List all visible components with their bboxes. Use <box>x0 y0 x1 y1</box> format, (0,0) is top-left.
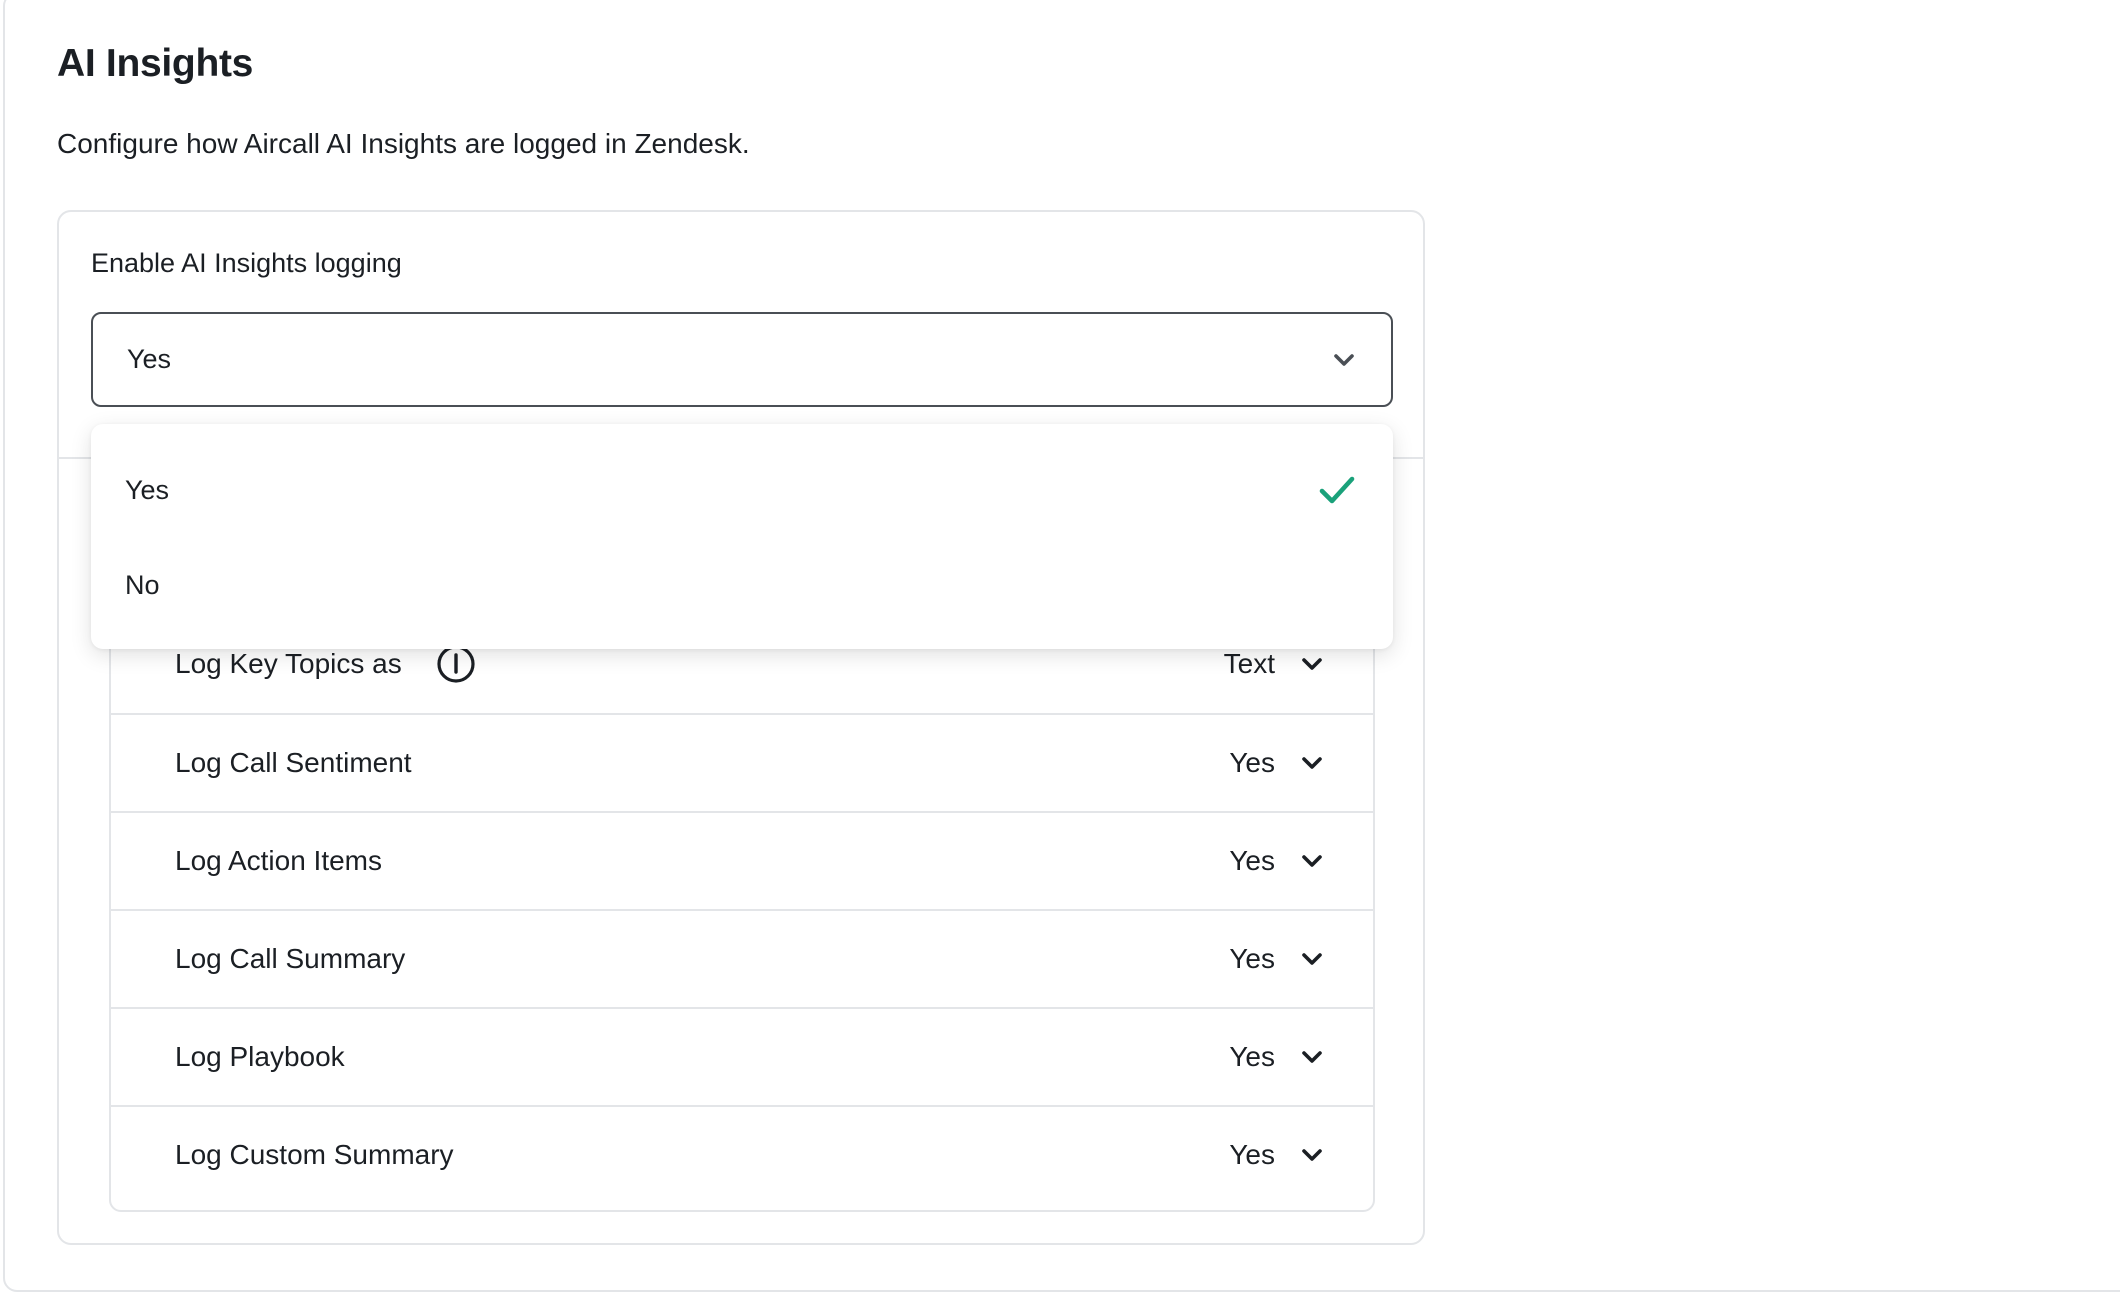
chevron-down-icon <box>1299 1044 1325 1070</box>
setting-label-playbook: Log Playbook <box>175 1041 345 1072</box>
table-row: Log Custom Summary Yes <box>111 1105 1373 1203</box>
page-title: AI Insights <box>57 42 254 85</box>
ai-insights-card: Enable AI Insights logging Yes Log Key T… <box>57 210 1425 1245</box>
table-row: Log Action Items Yes <box>111 811 1373 909</box>
table-row: Log Call Sentiment Yes <box>111 713 1373 811</box>
key-topics-select[interactable]: Text <box>1224 648 1325 680</box>
playbook-select[interactable]: Yes <box>1229 1041 1325 1073</box>
chevron-down-icon <box>1299 946 1325 972</box>
chevron-down-icon <box>1299 651 1325 677</box>
setting-label-call-summary: Log Call Summary <box>175 943 406 974</box>
setting-value: Yes <box>1229 1041 1275 1072</box>
chevron-down-icon <box>1299 848 1325 874</box>
chevron-down-icon <box>1331 347 1357 373</box>
info-icon[interactable] <box>436 644 476 684</box>
checkmark-icon <box>1317 470 1357 510</box>
settings-table: Log Key Topics as Text Log Call Sentimen… <box>109 612 1375 1212</box>
call-summary-select[interactable]: Yes <box>1229 943 1325 975</box>
setting-value: Text <box>1223 648 1275 679</box>
setting-label-key-topics: Log Key Topics as <box>175 648 402 679</box>
enable-logging-dropdown-menu: Yes No <box>91 424 1393 649</box>
dropdown-option-no[interactable]: No <box>91 539 1393 631</box>
chevron-down-icon <box>1299 750 1325 776</box>
enable-logging-value: Yes <box>127 344 172 374</box>
option-label: Yes <box>125 474 170 505</box>
setting-value: Yes <box>1229 747 1275 778</box>
setting-label-action-items: Log Action Items <box>175 845 383 876</box>
table-row: Log Call Summary Yes <box>111 909 1373 1007</box>
setting-label-call-sentiment: Log Call Sentiment <box>175 747 412 778</box>
dropdown-option-yes[interactable]: Yes <box>91 444 1393 536</box>
setting-value: Yes <box>1229 845 1275 876</box>
enable-logging-select[interactable]: Yes <box>91 312 1393 407</box>
page-description: Configure how Aircall AI Insights are lo… <box>57 128 750 159</box>
setting-label-custom-summary: Log Custom Summary <box>175 1139 454 1170</box>
custom-summary-select[interactable]: Yes <box>1229 1139 1325 1171</box>
chevron-down-icon <box>1299 1142 1325 1168</box>
action-items-select[interactable]: Yes <box>1229 845 1325 877</box>
setting-value: Yes <box>1229 1139 1275 1170</box>
settings-page: AI Insights Configure how Aircall AI Ins… <box>3 0 2120 1292</box>
setting-value: Yes <box>1229 943 1275 974</box>
call-sentiment-select[interactable]: Yes <box>1229 747 1325 779</box>
enable-logging-label: Enable AI Insights logging <box>91 248 402 278</box>
option-label: No <box>125 569 160 600</box>
table-row: Log Playbook Yes <box>111 1007 1373 1105</box>
